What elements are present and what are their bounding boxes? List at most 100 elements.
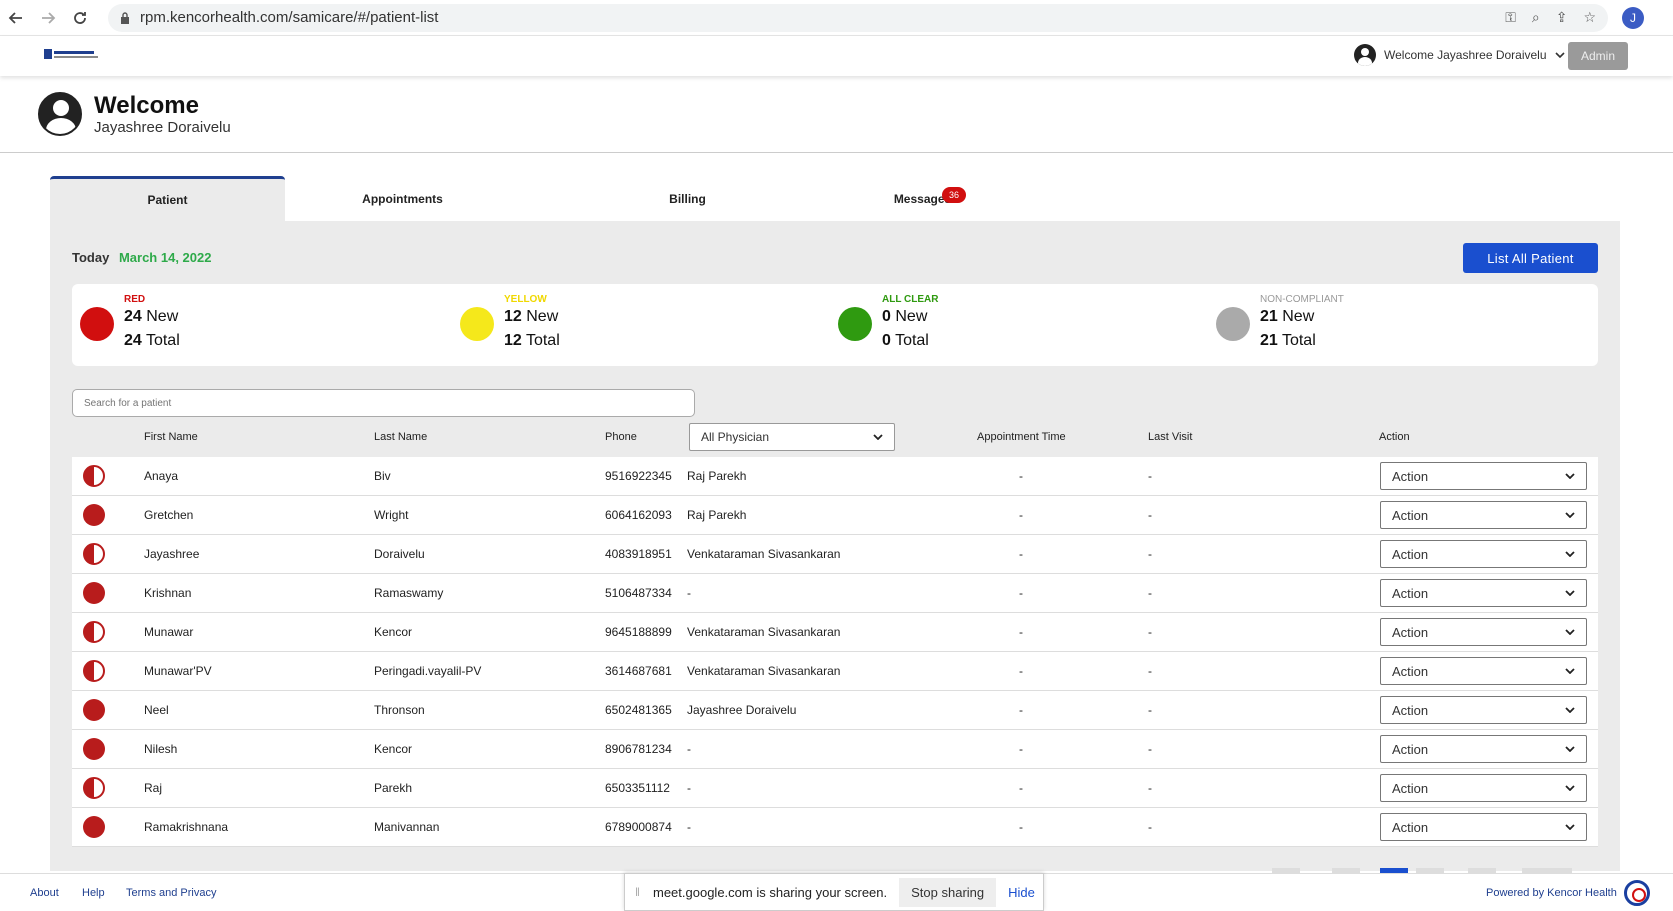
first-name-cell: Anaya	[144, 469, 179, 483]
lock-icon	[121, 11, 129, 24]
physician-cell: Venkataraman Sivasankaran	[687, 625, 841, 639]
first-name-cell: Munawar	[144, 625, 194, 639]
table-row[interactable]: Raj Parekh 6503351112 - - - Action	[72, 769, 1598, 808]
hide-button[interactable]: Hide	[1008, 885, 1035, 900]
appointment-time-cell: -	[1019, 820, 1023, 834]
table-row[interactable]: Nilesh Kencor 8906781234 - - - Action	[72, 730, 1598, 769]
new-label: New	[895, 308, 928, 325]
drag-handle-icon[interactable]: ‖	[635, 885, 645, 899]
phone-cell: 6503351112	[605, 781, 670, 795]
appointment-time-cell: -	[1019, 508, 1023, 522]
avatar	[38, 92, 82, 136]
header-last-visit[interactable]: Last Visit	[1148, 431, 1192, 443]
last-name-cell: Kencor	[374, 625, 413, 639]
phone-cell: 6064162093	[605, 508, 672, 522]
table-row[interactable]: Munawar Kencor 9645188899 Venkataraman Siva…	[72, 613, 1598, 652]
status-yellow[interactable]: YELLOW 12 New 12 Total	[460, 294, 560, 353]
url-text: rpm.kencorhealth.com/samicare/#/patient-…	[140, 9, 439, 26]
status-red[interactable]: RED 24 New 24 Total	[80, 294, 180, 353]
appointment-time-cell: -	[1019, 703, 1023, 717]
new-label: New	[526, 308, 559, 325]
chevron-down-icon	[1565, 785, 1575, 791]
table-row[interactable]: Neel Thronson 6502481365 Jayashree Doraivel…	[72, 691, 1598, 730]
status-summary-card: RED 24 New 24 Total YELLOW 12 New 12 Tot…	[72, 284, 1598, 366]
half-alert-icon	[83, 543, 105, 565]
action-select[interactable]: Action	[1380, 579, 1587, 607]
status-all-clear[interactable]: ALL CLEAR 0 New 0 Total	[838, 294, 938, 353]
header-phone[interactable]: Phone	[605, 431, 637, 443]
powered-by-link[interactable]: Powered by Kencor Health	[1486, 887, 1617, 899]
phone-cell: 9645188899	[605, 625, 672, 639]
status-non-compliant[interactable]: NON-COMPLIANT 21 New 21 Total	[1216, 294, 1344, 353]
header-last-name[interactable]: Last Name	[374, 431, 427, 443]
key-icon[interactable]: ⚿	[1505, 9, 1516, 26]
table-row[interactable]: Gretchen Wright 6064162093 Raj Parekh - - Acti…	[72, 496, 1598, 535]
physician-cell: -	[687, 781, 691, 795]
address-bar[interactable]: rpm.kencorhealth.com/samicare/#/patient-…	[108, 3, 1608, 32]
stop-sharing-button[interactable]: Stop sharing	[899, 877, 997, 907]
footer-terms-link[interactable]: Terms and Privacy	[126, 887, 216, 899]
new-count: 21	[1260, 308, 1278, 325]
table-row[interactable]: Jayashree Doraivelu 4083918951 Venkataraman…	[72, 535, 1598, 574]
chevron-down-icon	[1554, 52, 1565, 58]
user-name: Jayashree Doraivelu	[94, 118, 231, 136]
tab-appointments[interactable]: Appointments	[335, 176, 470, 221]
action-select[interactable]: Action	[1380, 774, 1587, 802]
user-menu[interactable]: Welcome Jayashree Doraivelu	[1354, 44, 1565, 66]
last-visit-cell: -	[1148, 664, 1152, 678]
table-row[interactable]: Krishnan Ramaswamy 5106487334 - - - Action	[72, 574, 1598, 613]
action-select-value: Action	[1392, 624, 1429, 640]
new-count: 24	[124, 308, 142, 325]
profile-avatar[interactable]: J	[1622, 6, 1644, 29]
last-name-cell: Manivannan	[374, 820, 440, 834]
action-select[interactable]: Action	[1380, 540, 1587, 568]
footer-about-link[interactable]: About	[30, 887, 59, 899]
action-select[interactable]: Action	[1380, 696, 1587, 724]
footer-help-link[interactable]: Help	[82, 887, 105, 899]
forward-icon[interactable]	[32, 2, 64, 34]
tab-bar: Patient Appointments Billing Messages 36	[50, 176, 1620, 221]
star-icon[interactable]: ☆	[1583, 9, 1596, 26]
tab-billing[interactable]: Billing	[620, 176, 755, 221]
action-select[interactable]: Action	[1380, 618, 1587, 646]
alert-icon	[83, 699, 105, 721]
total-count: 21	[1260, 332, 1278, 349]
table-row[interactable]: Munawar'PV Peringadi.vayalil-PV 3614687681…	[72, 652, 1598, 691]
physician-filter-select[interactable]: All Physician	[689, 423, 895, 451]
today-label: Today March 14, 2022	[72, 250, 211, 265]
chevron-down-icon	[1565, 746, 1575, 752]
appointment-time-cell: -	[1019, 469, 1023, 483]
tab-messages[interactable]: Messages	[855, 176, 990, 221]
action-select[interactable]: Action	[1380, 501, 1587, 529]
action-select-value: Action	[1392, 663, 1429, 679]
status-label: YELLOW	[504, 294, 547, 305]
back-icon[interactable]	[0, 2, 32, 34]
chevron-down-icon	[1565, 629, 1575, 635]
total-label: Total	[895, 332, 929, 349]
header-appointment-time[interactable]: Appointment Time	[977, 431, 1066, 443]
yellow-dot-icon	[460, 306, 494, 341]
last-visit-cell: -	[1148, 781, 1152, 795]
zoom-icon[interactable]: ⌕	[1532, 9, 1540, 26]
action-select[interactable]: Action	[1380, 657, 1587, 685]
action-select[interactable]: Action	[1380, 462, 1587, 490]
action-select[interactable]: Action	[1380, 813, 1587, 841]
table-row[interactable]: Ramakrishnana Manivannan 6789000874 - - - Acti…	[72, 808, 1598, 847]
action-select[interactable]: Action	[1380, 735, 1587, 763]
welcome-block: Welcome Jayashree Doraivelu	[38, 92, 231, 136]
last-visit-cell: -	[1148, 625, 1152, 639]
action-select-value: Action	[1392, 780, 1429, 796]
tab-patient[interactable]: Patient	[50, 176, 285, 221]
messages-badge: 36	[942, 187, 966, 203]
search-input[interactable]	[72, 389, 695, 417]
list-all-patient-button[interactable]: List All Patient	[1463, 243, 1598, 273]
action-select-value: Action	[1392, 546, 1429, 562]
new-label: New	[1282, 308, 1315, 325]
physician-cell: Raj Parekh	[687, 469, 747, 483]
table-row[interactable]: Anaya Biv 9516922345 Raj Parekh - - Action	[72, 457, 1598, 496]
header-first-name[interactable]: First Name	[144, 431, 198, 443]
reload-icon[interactable]	[64, 2, 96, 34]
share-icon[interactable]: ⇪	[1556, 9, 1568, 26]
admin-button[interactable]: Admin	[1568, 42, 1628, 70]
total-count: 0	[882, 332, 891, 349]
